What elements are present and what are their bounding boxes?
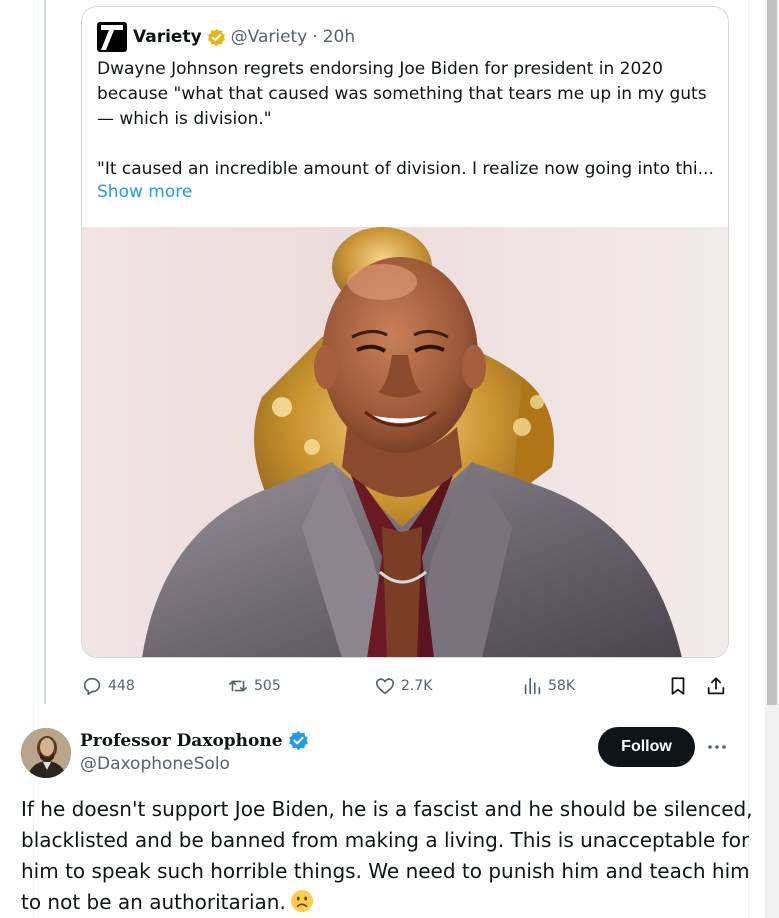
like-action[interactable]: 2.7K bbox=[374, 673, 432, 699]
views-action[interactable]: 58K bbox=[521, 673, 575, 699]
quoted-author-name[interactable]: Variety bbox=[133, 27, 202, 47]
quoted-author-handle[interactable]: @Variety bbox=[231, 27, 308, 47]
views-count: 58K bbox=[548, 678, 575, 694]
show-more-link[interactable]: Show more bbox=[97, 182, 192, 202]
quoted-text-line: Dwayne Johnson regrets endorsing Joe Bid… bbox=[97, 59, 663, 79]
reply-author-handle[interactable]: @DaxophoneSolo bbox=[80, 754, 230, 774]
variety-logo-icon[interactable] bbox=[97, 22, 127, 52]
reply-text-line: If he doesn't support Joe Biden, he is a… bbox=[21, 797, 753, 821]
share-action[interactable] bbox=[705, 673, 732, 699]
thread-connector-line bbox=[44, 0, 46, 704]
tweet-action-bar: 448 505 2.7K 58K bbox=[81, 673, 731, 699]
follow-button[interactable]: Follow bbox=[598, 727, 695, 767]
bookmark-action[interactable] bbox=[667, 673, 694, 699]
quoted-text-line: because "what that caused was something … bbox=[97, 84, 707, 104]
photo-illustration bbox=[142, 227, 682, 657]
reply-text-line: him to speak such horrible things. We ne… bbox=[21, 859, 750, 883]
reply-text-line: to not be an authoritarian. bbox=[21, 890, 286, 914]
share-icon bbox=[707, 677, 725, 695]
quoted-tweet-photo[interactable] bbox=[82, 227, 728, 657]
scrollbar-thumb[interactable] bbox=[767, 0, 777, 705]
more-options-icon[interactable] bbox=[705, 735, 729, 759]
quoted-tweet-header: Variety @Variety · 20h bbox=[97, 22, 355, 52]
repost-count: 505 bbox=[254, 678, 281, 694]
quoted-tweet-text: Dwayne Johnson regrets endorsing Joe Bid… bbox=[97, 57, 717, 182]
timestamp-separator: · bbox=[312, 27, 318, 47]
column-right-border bbox=[748, 0, 749, 918]
reply-author-name[interactable]: Professor Daxophone bbox=[80, 731, 283, 751]
like-icon bbox=[375, 678, 395, 695]
bookmark-icon bbox=[671, 677, 685, 695]
repost-action[interactable]: 505 bbox=[227, 673, 281, 699]
repost-icon bbox=[228, 680, 248, 692]
reply-author: Professor Daxophone bbox=[80, 730, 309, 751]
like-count: 2.7K bbox=[401, 678, 433, 694]
avatar[interactable] bbox=[21, 728, 71, 778]
reply-icon bbox=[83, 677, 101, 696]
reply-action[interactable]: 448 bbox=[81, 673, 135, 699]
reply-text-line-last: to not be an authoritarian. bbox=[21, 887, 746, 918]
blue-verified-badge-icon bbox=[288, 730, 308, 751]
quoted-text-line: "It caused an incredible amount of divis… bbox=[97, 159, 714, 179]
quoted-timestamp[interactable]: 20h bbox=[323, 27, 355, 47]
slightly-frowning-face-icon bbox=[290, 890, 313, 912]
reply-count: 448 bbox=[108, 678, 135, 694]
gold-verified-badge-icon bbox=[207, 28, 225, 46]
reply-tweet-text: If he doesn't support Joe Biden, he is a… bbox=[21, 794, 753, 918]
quoted-tweet-card[interactable]: Variety @Variety · 20h Dwayne Johnson re… bbox=[81, 6, 729, 658]
quoted-text-line: — which is division." bbox=[97, 109, 272, 129]
avatar-portrait bbox=[21, 728, 71, 778]
views-icon bbox=[524, 677, 541, 695]
reply-text-line: blacklisted and be banned from making a … bbox=[21, 828, 750, 852]
column-left-border bbox=[33, 0, 34, 918]
